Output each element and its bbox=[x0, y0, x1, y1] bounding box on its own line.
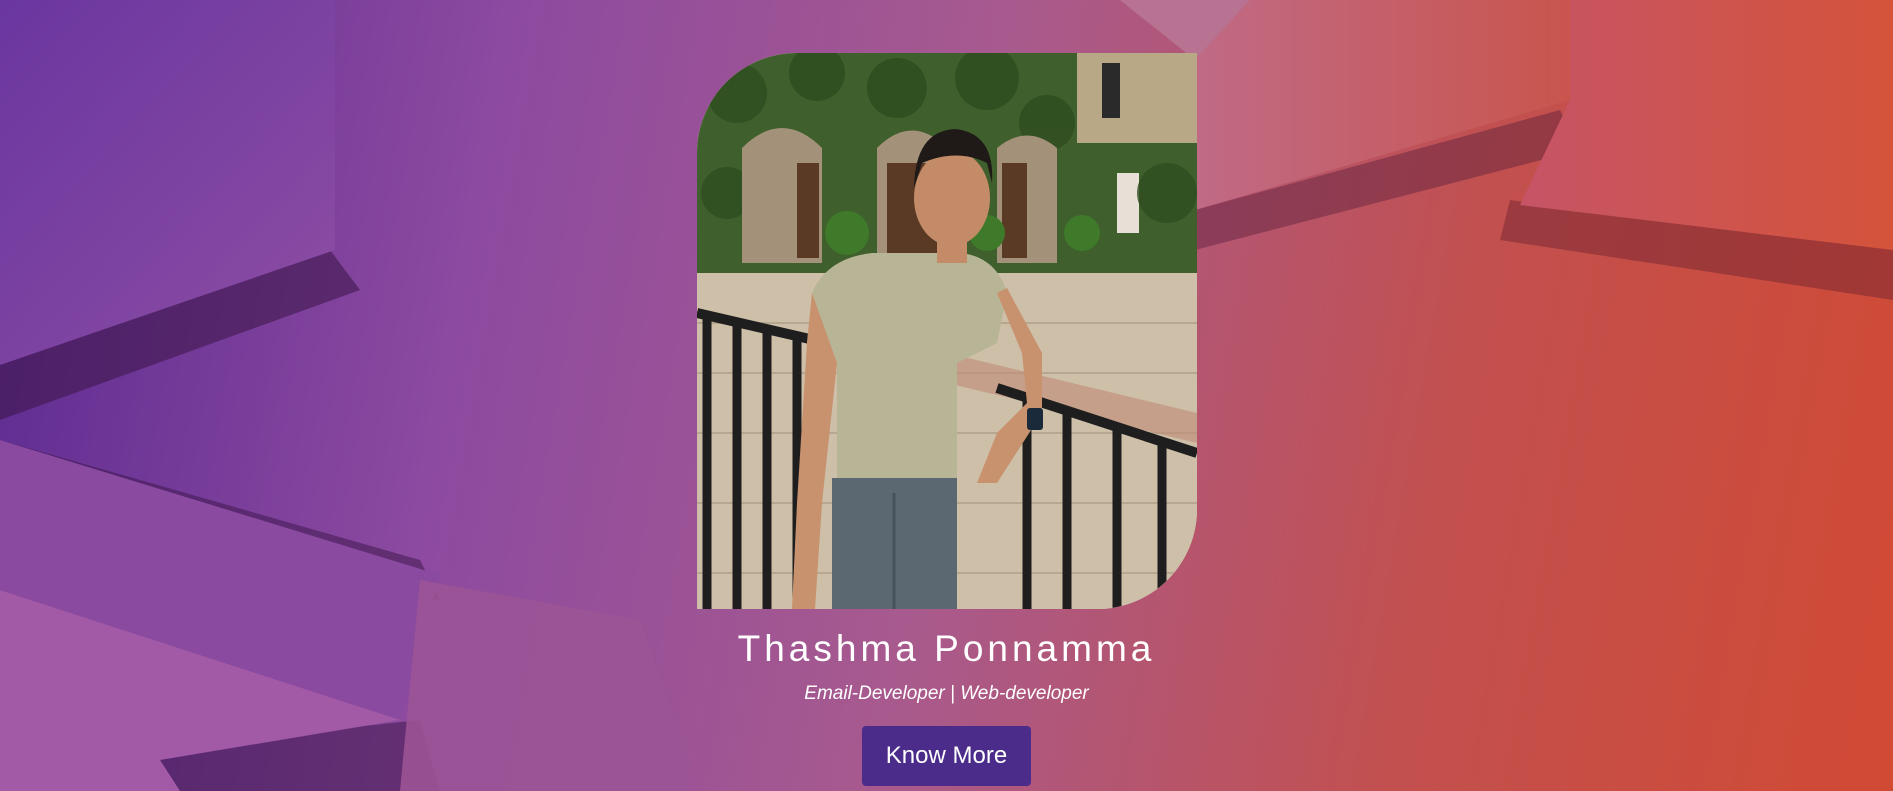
profile-name: Thashma Ponnamma bbox=[737, 628, 1156, 669]
profile-photo bbox=[697, 53, 1197, 609]
know-more-button[interactable]: Know More bbox=[862, 726, 1031, 786]
profile-role: Email-Developer | Web-developer bbox=[804, 683, 1089, 704]
hero-section: Thashma Ponnamma Email-Developer | Web-d… bbox=[0, 0, 1893, 791]
